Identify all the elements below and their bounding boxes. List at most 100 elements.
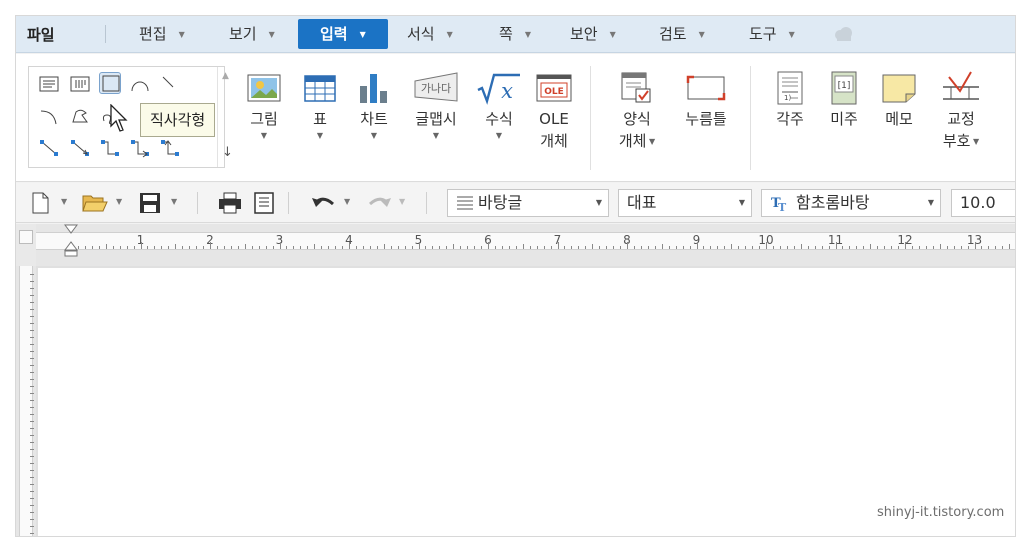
arc-icon[interactable] bbox=[38, 105, 60, 127]
expand-gallery-icon[interactable]: ↓ bbox=[222, 145, 233, 160]
chevron-down-icon: ▼ bbox=[609, 30, 616, 39]
ruler-tick bbox=[918, 246, 920, 249]
ruler-corner-button[interactable] bbox=[19, 230, 33, 244]
ruler-tick bbox=[453, 244, 455, 249]
ruler-tick bbox=[877, 246, 879, 249]
document-area[interactable] bbox=[36, 266, 1015, 536]
watermark: shinyj-it.tistory.com bbox=[877, 505, 1005, 520]
ruler-tick bbox=[112, 246, 114, 249]
svg-text:T: T bbox=[778, 201, 787, 212]
open-folder-icon[interactable] bbox=[82, 191, 108, 215]
chevron-down-icon[interactable]: ▼ bbox=[171, 197, 177, 206]
connector-elbow-arrow-icon[interactable] bbox=[129, 138, 151, 160]
footnote-button[interactable]: 1) 각주 bbox=[770, 68, 810, 130]
outline-level-select[interactable]: 대표 ▼ bbox=[618, 189, 752, 217]
insert-glyph-art-button[interactable]: 가나다 글맵시 ▼ bbox=[409, 68, 463, 142]
menu-page[interactable]: 쪽 ▼ bbox=[491, 19, 539, 49]
ruler-tick bbox=[793, 246, 795, 249]
ruler-tick bbox=[925, 246, 927, 249]
connector-arrow-icon[interactable] bbox=[69, 138, 91, 160]
font-size-input[interactable]: 10.0 bbox=[951, 189, 1015, 217]
menu-edit[interactable]: 편집 ▼ bbox=[131, 19, 193, 49]
ruler-tick bbox=[314, 244, 316, 249]
ruler-tick bbox=[647, 246, 649, 249]
proofreading-mark-button[interactable]: 교정 부호 ▼ bbox=[936, 68, 986, 153]
ruler-tick bbox=[30, 484, 34, 485]
press-frame-button[interactable]: 누름틀 bbox=[678, 68, 734, 130]
endnote-button[interactable]: [1] 미주 bbox=[824, 68, 864, 130]
ribbon-insert: ▲ ↓ 직사각형 그림 ▼ 표 ▼ 차트 ▼ 가나다 글맵시 ▼ x 수식 ▼ … bbox=[16, 54, 1015, 182]
ruler-tick bbox=[995, 246, 997, 249]
new-document-icon[interactable] bbox=[31, 191, 49, 215]
rectangle-icon[interactable] bbox=[99, 72, 121, 94]
ruler-tick bbox=[654, 246, 656, 249]
cloud-sync-icon[interactable] bbox=[832, 25, 854, 43]
scroll-up-icon[interactable]: ▲ bbox=[222, 71, 229, 81]
menu-security[interactable]: 보안 ▼ bbox=[562, 19, 624, 49]
indent-marker-icon[interactable] bbox=[64, 224, 78, 266]
chevron-down-icon[interactable]: ▼ bbox=[61, 197, 67, 206]
vertical-ruler[interactable] bbox=[16, 266, 36, 536]
ruler-tick bbox=[182, 246, 184, 249]
document-page[interactable] bbox=[38, 268, 1015, 536]
menu-file[interactable]: 파일 bbox=[27, 24, 55, 45]
insert-picture-button[interactable]: 그림 ▼ bbox=[242, 68, 286, 142]
ruler-tick bbox=[613, 246, 615, 249]
chevron-down-icon[interactable]: ▼ bbox=[344, 197, 350, 206]
chevron-down-icon[interactable]: ▼ bbox=[116, 197, 122, 206]
textbox-vertical-icon[interactable] bbox=[69, 73, 91, 95]
ruler-tick bbox=[522, 244, 524, 249]
chevron-down-icon: ▼ bbox=[698, 30, 705, 39]
ellipse-icon[interactable] bbox=[129, 73, 151, 95]
form-object-button[interactable]: 양식 개체 ▼ bbox=[612, 68, 662, 153]
ruler-tick bbox=[404, 246, 406, 249]
print-preview-icon[interactable] bbox=[253, 191, 275, 215]
ruler-tick bbox=[30, 330, 34, 331]
ruler-tick bbox=[30, 281, 34, 282]
gallery-scrollbar[interactable] bbox=[217, 67, 218, 167]
menu-format[interactable]: 서식 ▼ bbox=[399, 19, 461, 49]
ruler-tick bbox=[411, 246, 413, 249]
ruler-tick bbox=[967, 246, 969, 249]
paragraph-style-select[interactable]: 바탕글 ▼ bbox=[447, 189, 609, 217]
save-icon[interactable] bbox=[139, 191, 161, 215]
textbox-horizontal-icon[interactable] bbox=[38, 73, 60, 95]
ruler-tick bbox=[307, 246, 309, 249]
ruler-corner[interactable] bbox=[16, 224, 36, 266]
insert-table-button[interactable]: 표 ▼ bbox=[300, 68, 340, 142]
chevron-down-icon: ▼ bbox=[268, 30, 275, 39]
connector-elbow-icon[interactable] bbox=[99, 138, 121, 160]
ruler-tick bbox=[772, 246, 774, 249]
menu-review[interactable]: 검토 ▼ bbox=[651, 19, 713, 49]
menu-view[interactable]: 보기 ▼ bbox=[221, 19, 283, 49]
ruler-tick bbox=[328, 246, 330, 249]
print-icon[interactable] bbox=[218, 191, 242, 215]
chevron-down-icon: ▼ bbox=[178, 30, 185, 39]
svg-text:x: x bbox=[501, 79, 513, 103]
ruler-tick bbox=[30, 449, 34, 450]
ruler-tick bbox=[335, 246, 337, 249]
connector-straight-icon[interactable] bbox=[38, 138, 60, 160]
ruler-tick bbox=[30, 358, 34, 359]
ruler-tick bbox=[30, 428, 34, 429]
insert-equation-button[interactable]: x 수식 ▼ bbox=[475, 68, 523, 142]
menu-tools[interactable]: 도구 ▼ bbox=[741, 19, 803, 49]
line-icon[interactable] bbox=[159, 73, 181, 95]
undo-icon[interactable] bbox=[311, 191, 337, 215]
insert-chart-button[interactable]: 차트 ▼ bbox=[353, 68, 395, 142]
menu-insert[interactable]: 입력 ▼ bbox=[298, 19, 388, 49]
ruler-tick bbox=[30, 274, 34, 275]
memo-button[interactable]: 메모 bbox=[878, 68, 920, 130]
ribbon-separator bbox=[750, 66, 751, 170]
horizontal-ruler[interactable]: 1 2 3 4 5 6 7 8 9 10 11 12 13 bbox=[36, 224, 1015, 266]
ruler-tick bbox=[953, 246, 955, 249]
ruler-tick bbox=[661, 244, 663, 249]
connector-elbow-double-arrow-icon[interactable] bbox=[159, 138, 181, 160]
ruler-tick bbox=[724, 246, 726, 249]
font-family-select[interactable]: TT 함초롬바탕 ▼ bbox=[761, 189, 941, 217]
ruler-tick bbox=[251, 246, 253, 249]
ruler-tick bbox=[30, 323, 34, 324]
insert-ole-object-button[interactable]: OLE OLE 개체 bbox=[532, 68, 576, 152]
polygon-icon[interactable] bbox=[69, 105, 91, 127]
tooltip: 직사각형 bbox=[140, 103, 216, 137]
